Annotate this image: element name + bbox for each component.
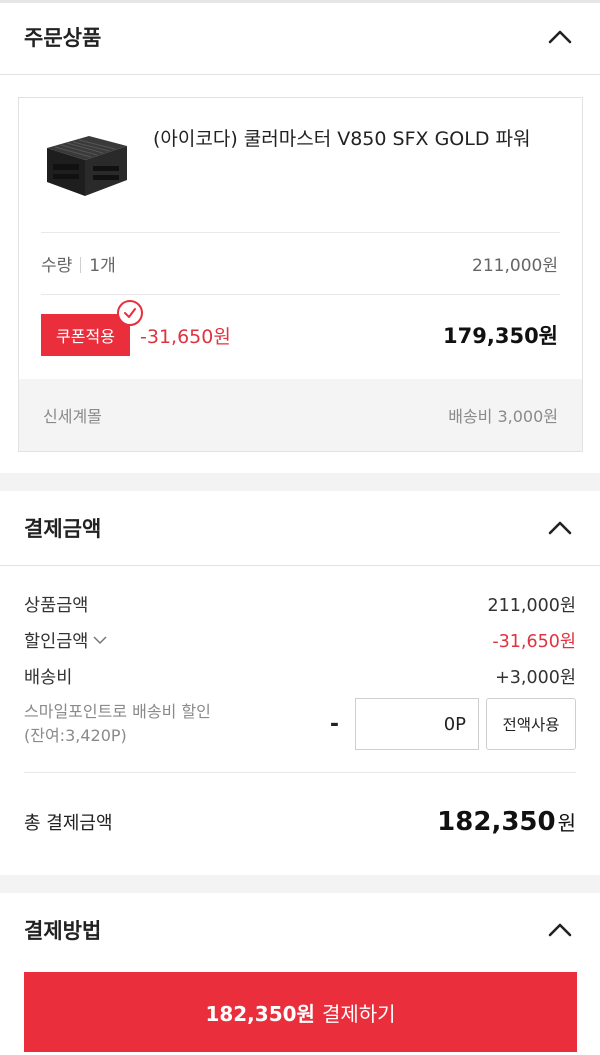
total-payment-row: 총 결제금액 182,350 원 [0,773,600,871]
payment-method-section: 결제방법 182,350원 결제하기 [0,893,600,1055]
header-divider [0,74,600,75]
discount-amount-label: 할인금액 [24,631,89,652]
order-products-title: 주문상품 [24,26,102,50]
total-payment-unit: 원 [557,811,576,835]
quantity-separator [80,257,82,273]
final-price: 179,350원 [443,324,558,348]
quantity-value: 1개 [89,256,116,276]
coupon-row: 쿠폰적용 -31,650원 179,350원 [41,300,558,360]
quantity-info: 수량 1개 [41,251,116,276]
amount-breakdown: 상품금액 211,000원 할인금액 -31,650원 배송비 +3,000원 … [0,566,600,750]
quantity-row: 수량 1개 211,000원 [41,251,558,276]
coupon-discount-amount: -31,650원 [140,325,231,348]
discount-amount-row: 할인금액 -31,650원 [24,622,576,658]
total-payment-label: 총 결제금액 [24,813,113,834]
product-amount-row: 상품금액 211,000원 [24,586,576,622]
smile-point-title: 스마일포인트로 배송비 할인 [24,702,211,721]
discount-toggle[interactable]: 할인금액 [24,628,107,653]
pay-button[interactable]: 182,350원 결제하기 [24,972,577,1052]
coupon-applied-button[interactable]: 쿠폰적용 [41,300,143,356]
smile-point-label: 스마일포인트로 배송비 할인 (잔여:3,420P) [24,700,211,748]
smile-point-input[interactable]: 0P [355,698,479,750]
coupon-info: 쿠폰적용 -31,650원 [41,300,231,356]
shipping-row: 배송비 +3,000원 [24,658,576,694]
shipping-value: +3,000원 [495,667,576,688]
pay-button-label: 결제하기 [321,1001,396,1026]
minus-sign: - [329,711,339,737]
product-thumbnail[interactable] [41,126,131,204]
seller-shipping-footer: 신세계몰 배송비 3,000원 [19,379,582,451]
payment-amount-title: 결제금액 [24,517,102,541]
product-amount-value: 211,000원 [487,595,576,616]
coupon-label: 쿠폰적용 [56,327,115,346]
payment-amount-section: 결제금액 상품금액 211,000원 할인금액 -31,650원 배송비 +3,… [0,491,600,875]
product-amount-label: 상품금액 [24,595,89,616]
pay-button-amount: 182,350원 [205,1001,315,1026]
quantity-label: 수량 [41,256,73,276]
total-payment-value: 182,350 원 [437,807,576,837]
order-products-header[interactable]: 주문상품 [0,0,600,74]
unit-price: 211,000원 [472,256,558,276]
chevron-up-icon[interactable] [546,518,574,538]
chevron-up-icon[interactable] [546,920,574,940]
chevron-down-icon [93,635,107,644]
discount-amount-value: -31,650원 [492,631,576,652]
product-name[interactable]: (아이코다) 쿨러마스터 V850 SFX GOLD 파워 [153,124,530,151]
total-payment-amount: 182,350 [437,807,556,837]
shipping-label: 배송비 [24,667,73,688]
payment-method-header[interactable]: 결제방법 [0,893,600,967]
card-divider [41,232,560,233]
use-all-points-button[interactable]: 전액사용 [486,698,576,750]
smile-point-controls: - 0P 전액사용 [330,698,576,750]
chevron-up-icon[interactable] [546,27,574,47]
order-products-section: 주문상품 (아이코다) 쿨러마스터 V850 SFX GOLD 파워 수량 1개… [0,0,600,473]
smile-point-row: 스마일포인트로 배송비 할인 (잔여:3,420P) - 0P 전액사용 [24,698,576,750]
smile-point-balance: (잔여:3,420P) [24,726,127,745]
seller-name: 신세계몰 [43,407,102,426]
card-divider [41,294,560,295]
product-card: (아이코다) 쿨러마스터 V850 SFX GOLD 파워 수량 1개 211,0… [18,97,583,452]
check-icon [117,300,143,326]
shipping-fee: 배송비 3,000원 [448,407,558,426]
payment-amount-header[interactable]: 결제금액 [0,491,600,565]
payment-method-title: 결제방법 [24,919,102,943]
top-divider [0,0,600,3]
